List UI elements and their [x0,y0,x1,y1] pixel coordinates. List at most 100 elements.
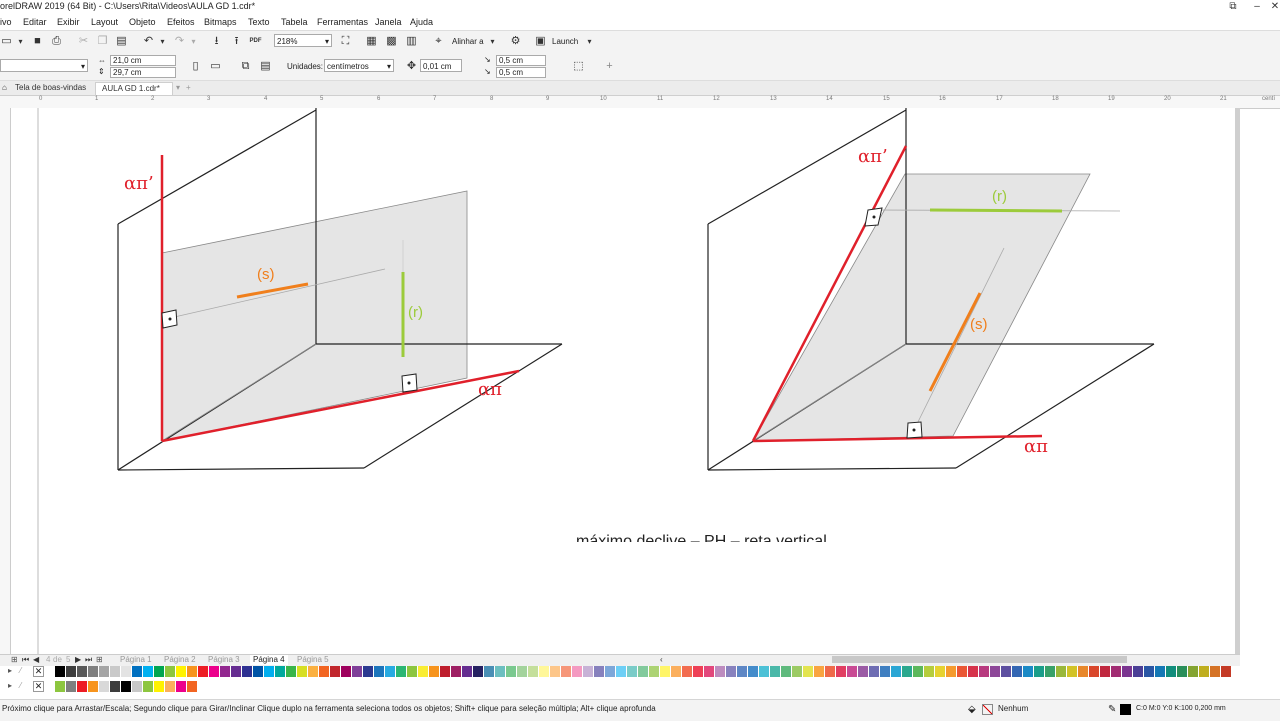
color-swatch[interactable] [660,666,671,677]
color-swatch[interactable] [341,666,352,677]
color-swatch[interactable] [517,666,528,677]
color-swatch[interactable] [198,666,209,677]
import-icon[interactable]: ⭳ [210,35,223,48]
menu-texto[interactable]: Texto [248,17,270,27]
zoom-dropdown-icon[interactable]: ▾ [325,35,329,48]
color-swatch[interactable] [1100,666,1111,677]
color-swatch[interactable] [154,666,165,677]
color-swatch[interactable] [440,666,451,677]
menu-layout[interactable]: Layout [91,17,118,27]
color-swatch[interactable] [583,666,594,677]
color-palette-main[interactable] [44,666,1232,677]
color-swatch[interactable] [814,666,825,677]
pen-icon[interactable]: ✎ [1108,704,1116,715]
zoom-level-field[interactable]: 218% ▾ [274,34,332,47]
color-swatch[interactable] [1133,666,1144,677]
color-swatch[interactable] [715,666,726,677]
align-to-label[interactable]: Alinhar a [452,37,484,46]
color-swatch[interactable] [495,666,506,677]
horizontal-scrollbar-thumb[interactable] [832,656,1127,663]
color-swatch[interactable] [209,666,220,677]
color-swatch[interactable] [44,681,55,692]
page-height-field[interactable]: 29,7 cm [110,67,176,78]
eyedropper-icon-2[interactable]: ⁄ [20,681,21,690]
cut-icon[interactable]: ✂ [77,35,90,48]
duplicate-x-field[interactable]: 0,5 cm [496,55,546,66]
color-swatch[interactable] [825,666,836,677]
color-swatch[interactable] [407,666,418,677]
menu-ajuda[interactable]: Ajuda [410,17,433,27]
menu-tabela[interactable]: Tabela [281,17,308,27]
color-swatch[interactable] [572,666,583,677]
color-swatch[interactable] [253,666,264,677]
close-icon[interactable]: ✕ [1264,0,1280,14]
color-swatch[interactable] [1188,666,1199,677]
color-swatch[interactable] [44,666,55,677]
show-grid-icon[interactable]: ▩ [385,35,398,48]
page-tab-3[interactable]: Página 3 [208,655,240,665]
add-icon[interactable]: + [603,60,616,73]
page-tab-2[interactable]: Página 2 [164,655,196,665]
color-swatch[interactable] [231,666,242,677]
color-swatch[interactable] [880,666,891,677]
color-swatch[interactable] [946,666,957,677]
color-swatch[interactable] [913,666,924,677]
color-swatch[interactable] [979,666,990,677]
color-swatch[interactable] [242,666,253,677]
color-swatch[interactable] [165,681,176,692]
save-icon[interactable]: ■ [31,35,44,48]
color-swatch[interactable] [704,666,715,677]
restore-icon[interactable]: ⧉ [1222,0,1244,14]
menu-objeto[interactable]: Objeto [129,17,156,27]
color-swatch[interactable] [1177,666,1188,677]
color-swatch[interactable] [671,666,682,677]
launch-icon[interactable]: ▣ [534,35,547,48]
right-figure[interactable]: απ’ απ (s) (r) [707,108,1155,471]
page-tab-5[interactable]: Página 5 [297,655,329,665]
color-swatch[interactable] [99,666,110,677]
color-swatch[interactable] [484,666,495,677]
color-swatch[interactable] [748,666,759,677]
color-swatch[interactable] [264,666,275,677]
menu-editar[interactable]: Editar [23,17,47,27]
color-swatch[interactable] [550,666,561,677]
color-swatch[interactable] [143,681,154,692]
color-swatch[interactable] [1012,666,1023,677]
treat-as-filled-icon[interactable]: ⬚ [572,60,585,73]
menu-janela[interactable]: Janela [375,17,402,27]
units-select[interactable]: centímetros ▾ [324,59,394,72]
color-swatch[interactable] [1067,666,1078,677]
color-swatch[interactable] [726,666,737,677]
first-page-icon[interactable]: ⏮ [22,655,29,665]
fill-bucket-icon[interactable]: ⬙ [968,704,976,715]
color-swatch[interactable] [176,666,187,677]
color-swatch[interactable] [1122,666,1133,677]
page-size-dropdown-icon[interactable]: ▾ [81,60,85,73]
color-swatch[interactable] [770,666,781,677]
duplicate-y-field[interactable]: 0,5 cm [496,67,546,78]
color-swatch[interactable] [165,666,176,677]
color-swatch[interactable] [77,666,88,677]
menu-exibir[interactable]: Exibir [57,17,80,27]
color-swatch[interactable] [66,681,77,692]
launch-label[interactable]: Launch [552,37,578,46]
portrait-icon[interactable]: ▯ [189,60,202,73]
color-swatch[interactable] [1155,666,1166,677]
color-swatch[interactable] [110,681,121,692]
color-swatch[interactable] [1221,666,1232,677]
color-swatch[interactable] [1045,666,1056,677]
show-guidelines-icon[interactable]: ▥ [405,35,418,48]
color-swatch[interactable] [836,666,847,677]
full-screen-icon[interactable]: ⛶ [339,35,352,48]
color-swatch[interactable] [99,681,110,692]
color-swatch[interactable] [187,666,198,677]
color-swatch[interactable] [1111,666,1122,677]
color-swatch[interactable] [561,666,572,677]
landscape-icon[interactable]: ▭ [209,60,222,73]
color-swatch[interactable] [759,666,770,677]
copy-icon[interactable]: ❐ [96,35,109,48]
color-swatch[interactable] [396,666,407,677]
page-tab-1[interactable]: Página 1 [120,655,152,665]
color-swatch[interactable] [594,666,605,677]
paste-icon[interactable]: ▤ [115,35,128,48]
